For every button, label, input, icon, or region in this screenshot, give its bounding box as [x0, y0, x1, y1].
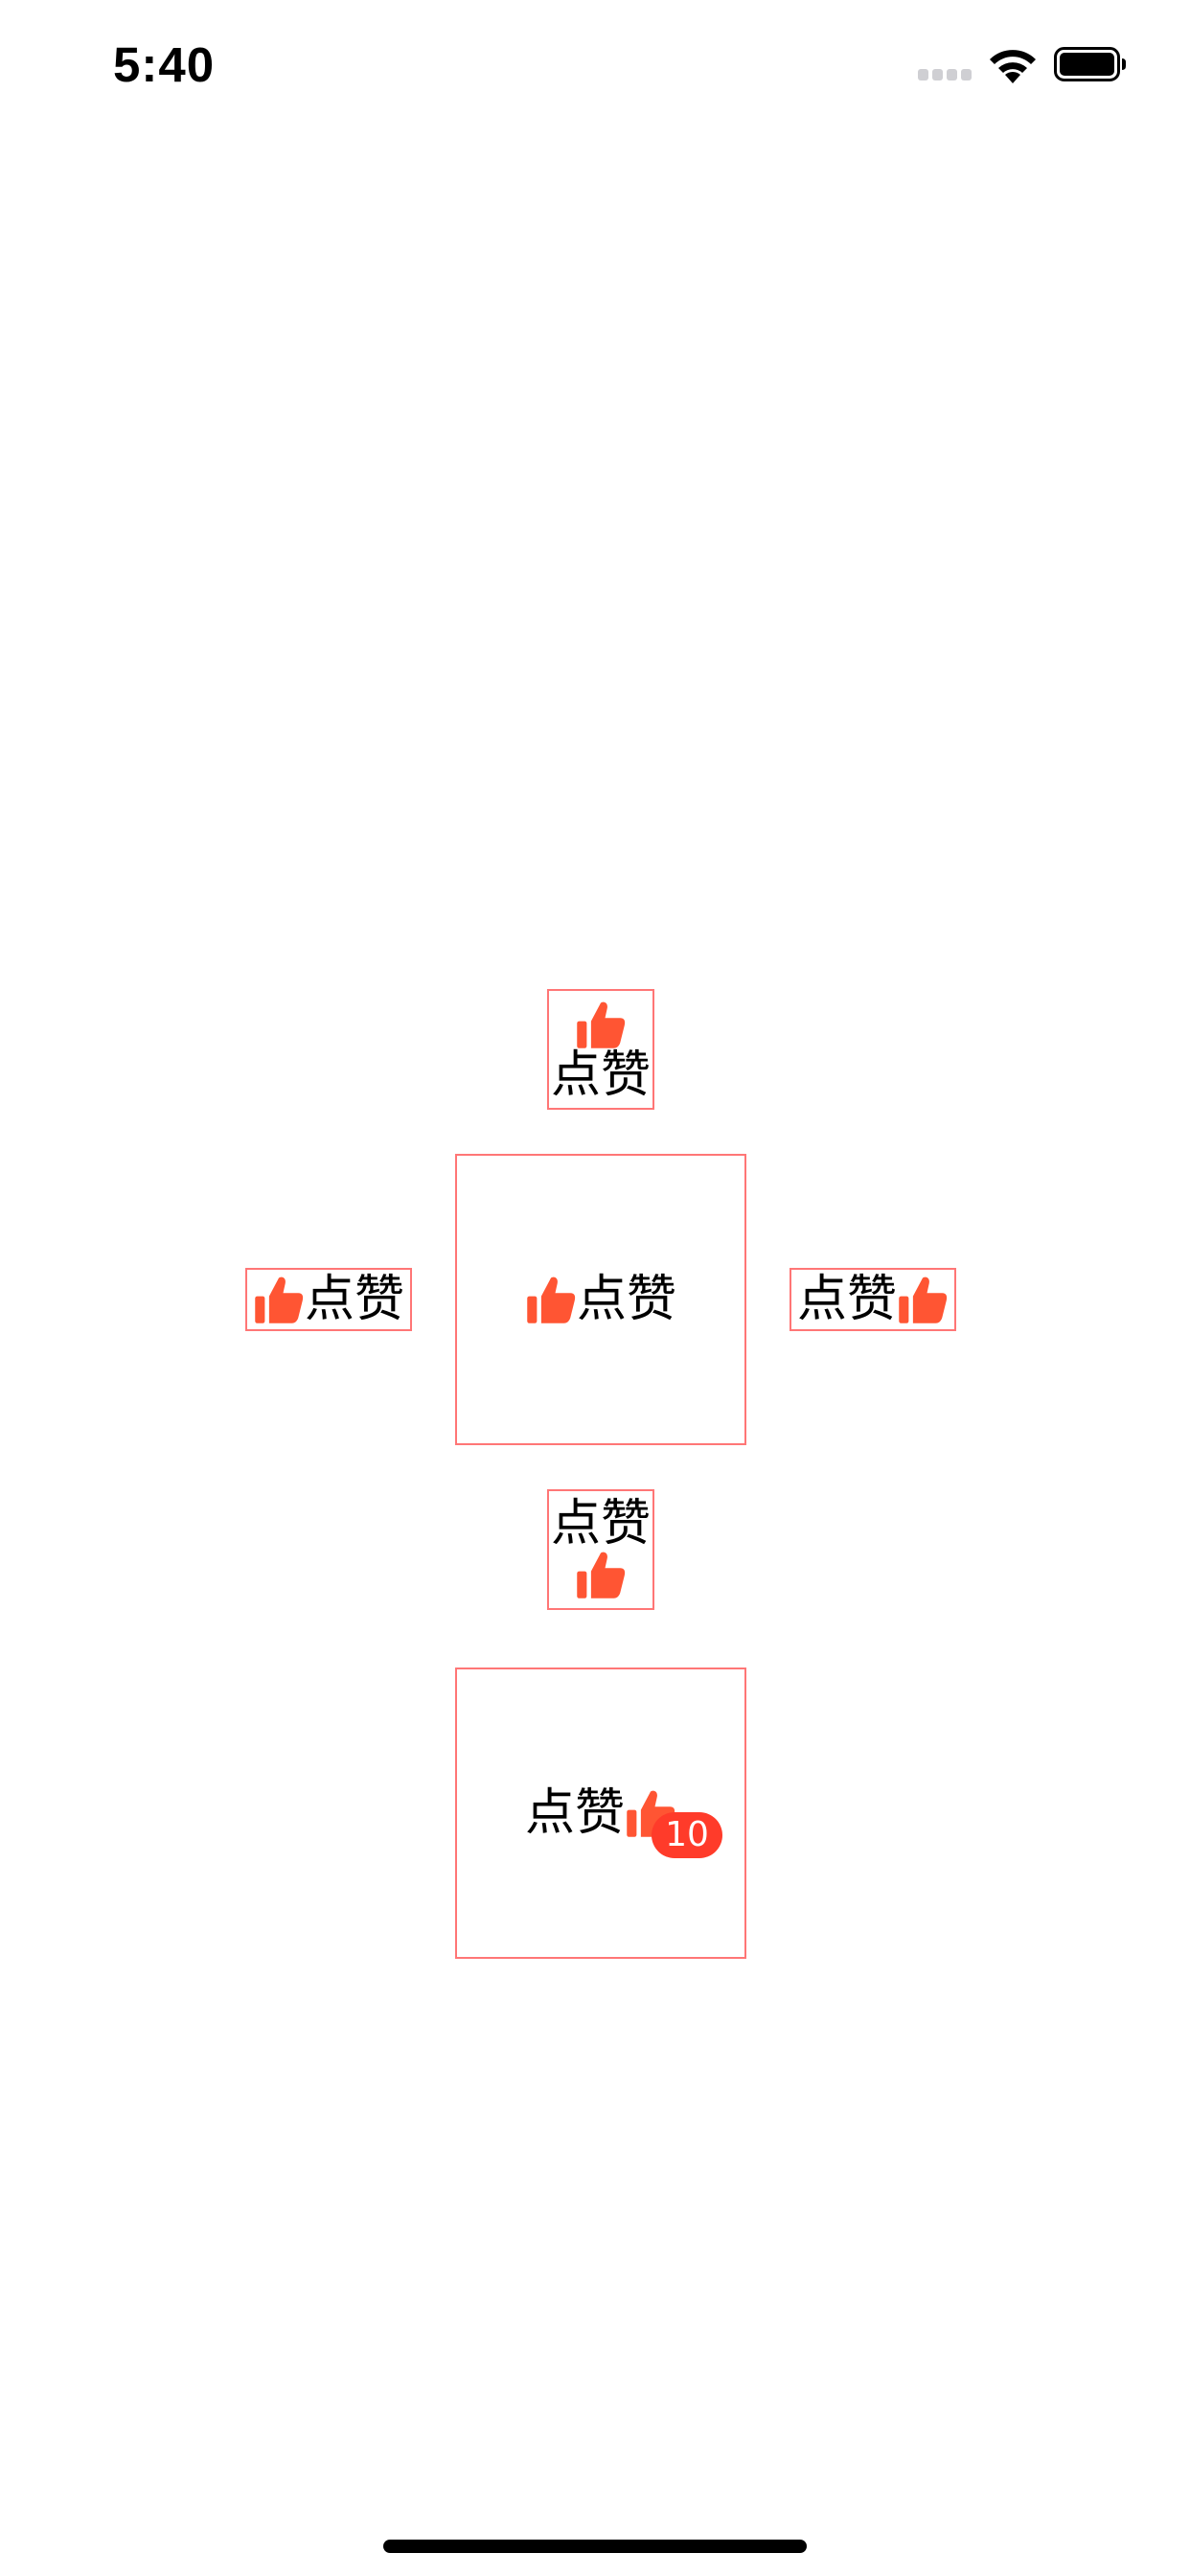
thumbs-up-icon	[255, 1276, 304, 1323]
like-label: 点赞	[304, 1271, 404, 1328]
like-label: 点赞	[576, 1271, 676, 1328]
like-label: 点赞	[550, 1495, 651, 1552]
like-count-badge: 10	[651, 1812, 722, 1858]
like-button-center[interactable]: 点赞	[455, 1154, 746, 1445]
cellular-signal-icon	[918, 69, 972, 80]
thumbs-up-icon	[577, 1552, 626, 1598]
thumbs-up-icon	[577, 1001, 626, 1048]
like-button-image-top[interactable]: 点赞	[547, 989, 654, 1110]
thumbs-up-icon	[527, 1276, 576, 1323]
home-indicator[interactable]	[383, 2540, 807, 2553]
like-button-image-left[interactable]: 点赞	[245, 1268, 412, 1331]
like-label: 点赞	[524, 1784, 625, 1842]
battery-icon	[1054, 47, 1126, 81]
like-button-image-right[interactable]: 点赞	[790, 1268, 956, 1331]
status-time: 5:40	[113, 37, 216, 92]
wifi-icon	[990, 50, 1036, 83]
like-button-image-bottom[interactable]: 点赞	[547, 1489, 654, 1610]
like-button-with-badge[interactable]: 点赞 10	[455, 1668, 746, 1959]
like-content: 点赞 10	[524, 1784, 722, 1858]
like-label: 点赞	[796, 1271, 897, 1328]
like-label: 点赞	[550, 1046, 651, 1104]
thumbs-up-icon	[899, 1276, 948, 1323]
